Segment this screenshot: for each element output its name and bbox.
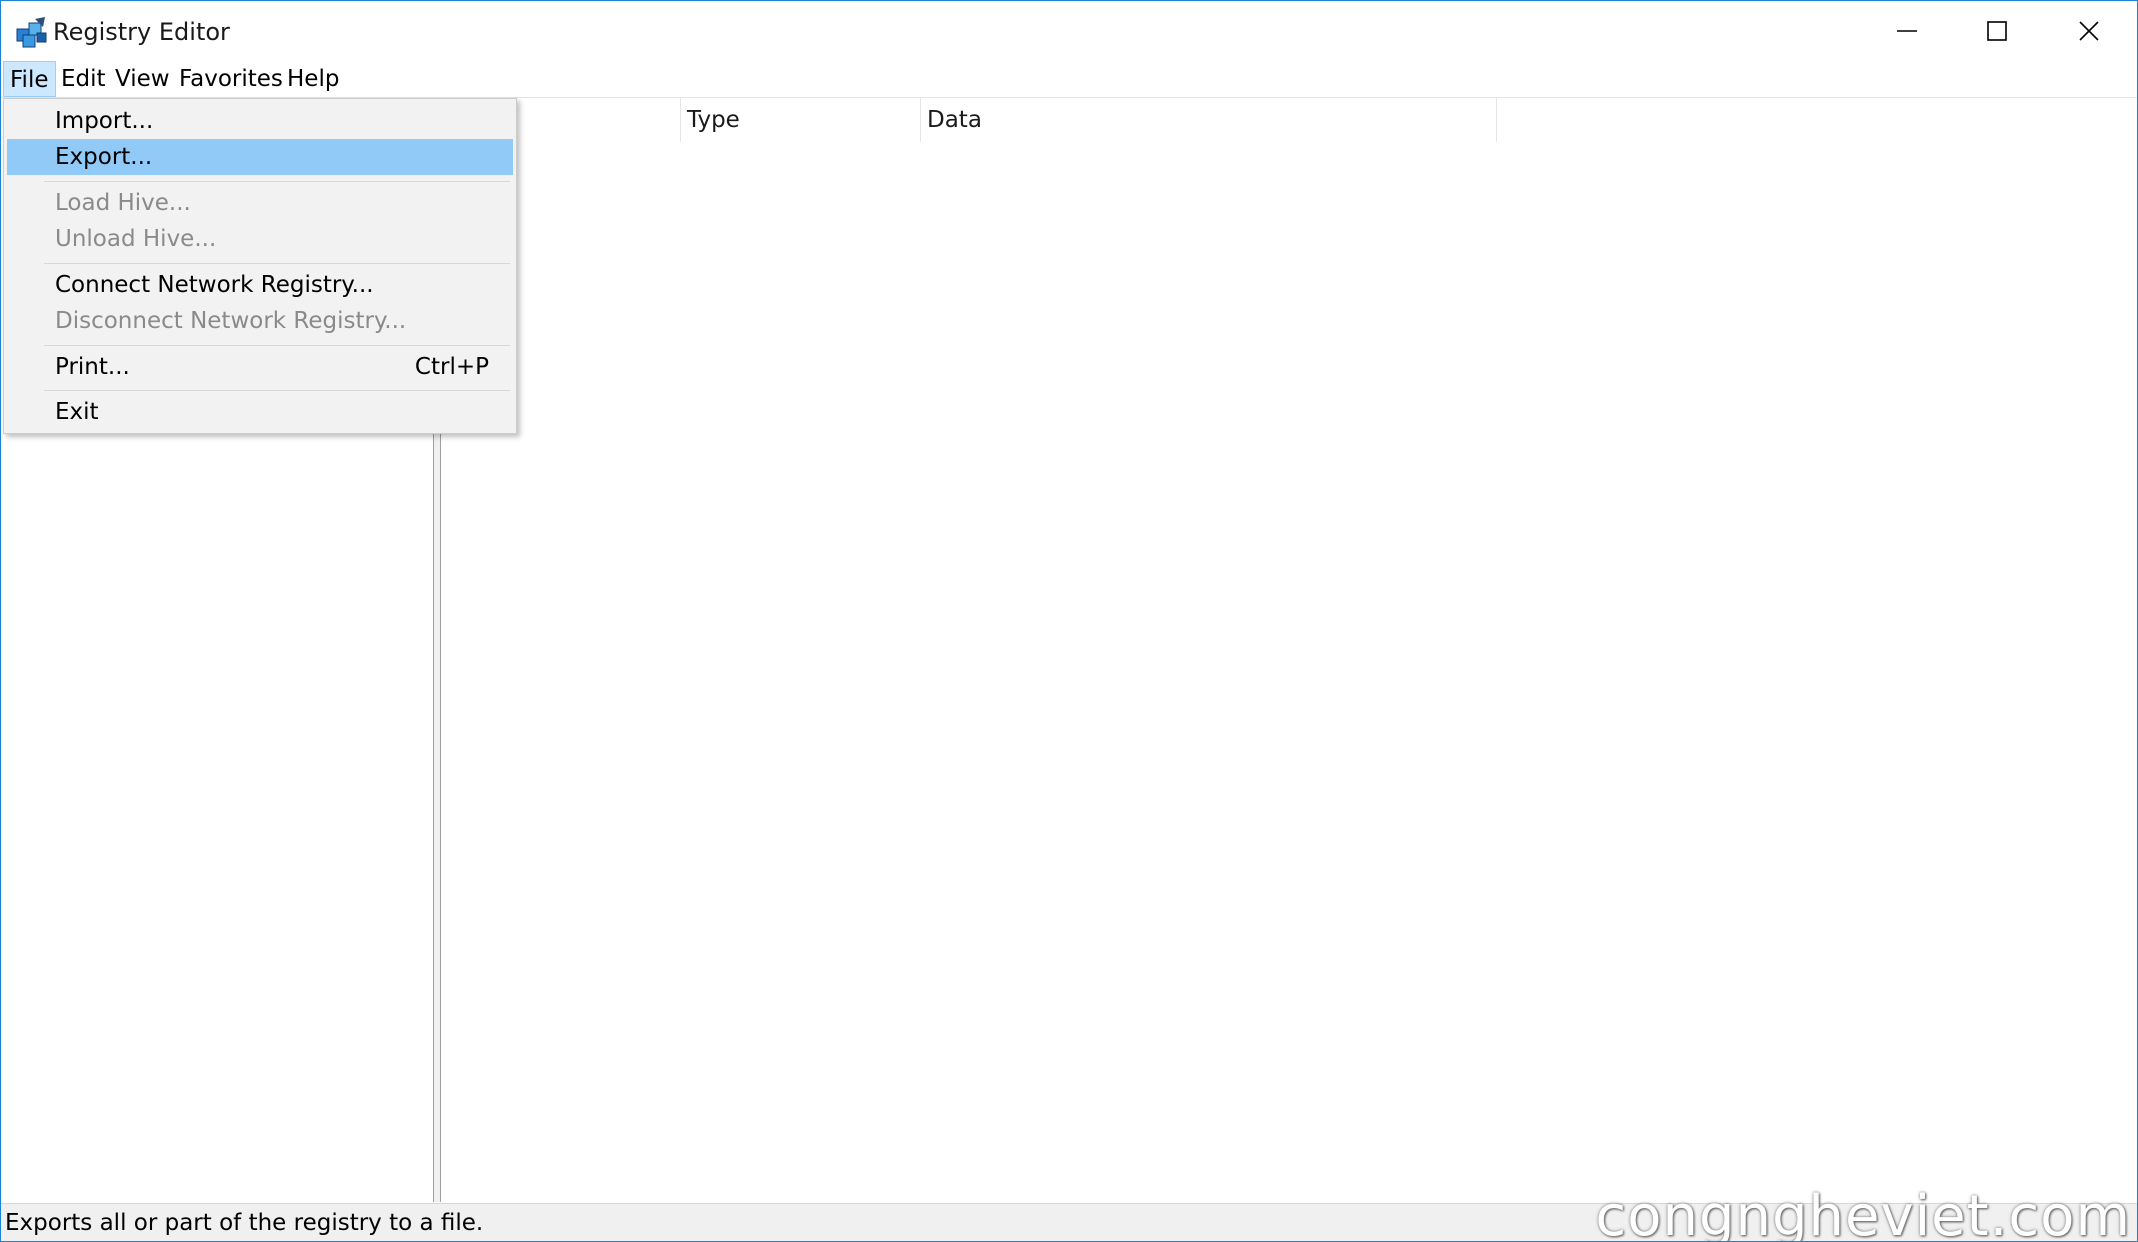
- menu-item-label: Print...: [55, 354, 130, 380]
- menu-item-label: Import...: [55, 108, 154, 134]
- menu-item-disconnect-network-registry: Disconnect Network Registry...: [7, 303, 513, 339]
- menu-item-load-hive: Load Hive...: [7, 185, 513, 221]
- menu-separator: [44, 345, 510, 346]
- status-text: Exports all or part of the registry to a…: [5, 1210, 484, 1236]
- menu-bar: File Edit View Favorites Help: [1, 61, 2137, 98]
- maximize-icon: [1987, 21, 2007, 41]
- values-list-pane[interactable]: Type Data: [441, 98, 2135, 1202]
- menu-separator: [44, 263, 510, 264]
- menu-item-label: Load Hive...: [55, 190, 191, 216]
- menu-separator: [44, 181, 510, 182]
- menu-separator: [44, 390, 510, 391]
- menu-item-label: Connect Network Registry...: [55, 272, 374, 298]
- menu-item-unload-hive: Unload Hive...: [7, 221, 513, 257]
- window-title: Registry Editor: [53, 18, 230, 46]
- status-bar: Exports all or part of the registry to a…: [1, 1184, 2137, 1241]
- menu-edit[interactable]: Edit: [55, 61, 112, 97]
- menu-item-label: Exit: [55, 399, 99, 425]
- minimize-icon: [1897, 30, 1917, 32]
- menu-item-label: Disconnect Network Registry...: [55, 308, 407, 334]
- menu-item-export[interactable]: Export...: [7, 139, 513, 175]
- registry-editor-icon: [16, 17, 47, 48]
- column-header-type[interactable]: Type: [681, 98, 921, 142]
- menu-favorites[interactable]: Favorites: [173, 61, 289, 97]
- menu-item-shortcut: Ctrl+P: [414, 354, 489, 380]
- watermark: congngheviet.com: [1595, 1184, 2131, 1242]
- menu-item-label: Unload Hive...: [55, 226, 217, 252]
- title-bar[interactable]: Registry Editor: [1, 1, 2137, 61]
- menu-item-print[interactable]: Print... Ctrl+P: [7, 349, 513, 385]
- menu-item-exit[interactable]: Exit: [7, 394, 513, 430]
- close-icon: [2079, 21, 2099, 41]
- column-header-data[interactable]: Data: [921, 98, 1497, 142]
- menu-view[interactable]: View: [109, 61, 176, 97]
- close-button[interactable]: [2043, 1, 2135, 61]
- registry-editor-window: Registry Editor File Edit View Favorites…: [0, 0, 2138, 1242]
- list-header: Type Data: [441, 98, 2135, 142]
- file-menu-dropdown: Import... Export... Load Hive... Unload …: [3, 98, 517, 434]
- menu-item-label: Export...: [55, 144, 153, 170]
- menu-item-import[interactable]: Import...: [7, 103, 513, 139]
- minimize-button[interactable]: [1861, 1, 1953, 61]
- menu-item-connect-network-registry[interactable]: Connect Network Registry...: [7, 267, 513, 303]
- menu-file[interactable]: File: [3, 61, 56, 97]
- maximize-button[interactable]: [1951, 1, 2043, 61]
- menu-help[interactable]: Help: [281, 61, 345, 97]
